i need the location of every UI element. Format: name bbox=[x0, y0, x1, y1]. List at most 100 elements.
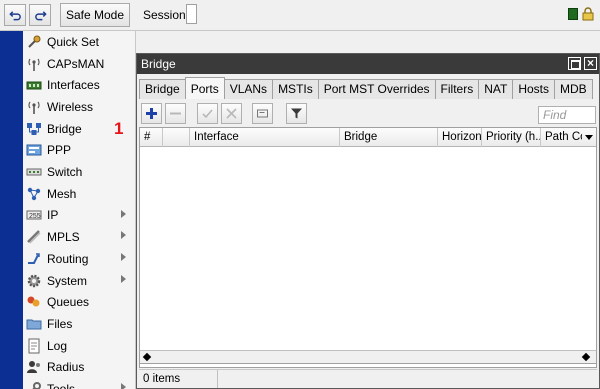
undo-icon bbox=[8, 10, 21, 20]
close-button[interactable]: × bbox=[584, 57, 597, 70]
sidebar-item-wireless[interactable]: Wireless bbox=[23, 96, 135, 118]
sidebar-item-label: Tools bbox=[47, 382, 75, 389]
items-count: 0 items bbox=[143, 373, 181, 385]
ports-table: # Interface Bridge Horizon Priority (h..… bbox=[139, 127, 597, 368]
annotation-marker-1: 1 bbox=[114, 119, 124, 138]
remove-button[interactable] bbox=[165, 103, 186, 124]
sidebar-item-mesh[interactable]: Mesh bbox=[23, 183, 135, 205]
scroll-left-icon[interactable] bbox=[142, 352, 152, 362]
interfaces-icon bbox=[26, 77, 42, 93]
sidebar-item-routing[interactable]: Routing bbox=[23, 248, 135, 270]
tab-mstis[interactable]: MSTIs bbox=[272, 79, 319, 99]
sidebar-item-label: CAPsMAN bbox=[47, 56, 105, 71]
sidebar-item-mpls[interactable]: MPLS bbox=[23, 226, 135, 248]
sidebar-item-label: IP bbox=[47, 208, 59, 223]
sidebar-item-label: MPLS bbox=[47, 230, 80, 245]
column-header-path-cost[interactable]: Path Co bbox=[541, 128, 582, 147]
sidebar-item-interfaces[interactable]: Interfaces bbox=[23, 74, 135, 96]
sidebar-item-label: Interfaces bbox=[47, 78, 100, 93]
top-toolbar: Safe Mode Session: bbox=[0, 0, 600, 31]
status-bar: 0 items bbox=[139, 369, 597, 388]
enable-button[interactable] bbox=[197, 103, 218, 124]
tab-mdb[interactable]: MDB bbox=[554, 79, 593, 99]
antenna-icon bbox=[26, 56, 42, 72]
filter-button[interactable] bbox=[286, 103, 307, 124]
find-input[interactable] bbox=[538, 106, 596, 124]
sidebar-item-radius[interactable]: Radius bbox=[23, 357, 135, 379]
column-header-number[interactable]: # bbox=[140, 128, 163, 147]
session-field[interactable] bbox=[186, 4, 197, 24]
sidebar-item-label: Switch bbox=[47, 165, 83, 180]
svg-text:255: 255 bbox=[29, 213, 41, 220]
sidebar-menu: Quick Set CAPsMAN Interfaces Wireless Bridge… bbox=[23, 31, 136, 389]
tab-ports[interactable]: Ports bbox=[184, 77, 225, 99]
safe-mode-button[interactable]: Safe Mode bbox=[60, 3, 130, 27]
session-label: Session: bbox=[143, 8, 190, 22]
tab-vlans[interactable]: VLANs bbox=[223, 79, 274, 99]
sidebar-item-switch[interactable]: Switch bbox=[23, 161, 135, 183]
sidebar-item-tools[interactable]: Tools bbox=[23, 378, 135, 389]
column-header-bridge[interactable]: Bridge bbox=[340, 128, 438, 147]
switch-icon bbox=[26, 164, 42, 180]
sidebar-item-label: Bridge bbox=[47, 121, 82, 136]
queues-icon bbox=[26, 294, 42, 310]
connection-status-indicator bbox=[568, 8, 578, 20]
redo-button[interactable] bbox=[29, 4, 51, 26]
tab-nat[interactable]: NAT bbox=[478, 79, 514, 99]
column-menu-arrow-icon[interactable] bbox=[585, 135, 593, 140]
disable-button[interactable] bbox=[221, 103, 242, 124]
submenu-arrow-icon bbox=[121, 274, 126, 283]
submenu-arrow-icon bbox=[121, 253, 126, 261]
add-button[interactable] bbox=[141, 103, 162, 124]
sidebar-item-label: System bbox=[47, 273, 88, 288]
sidebar-item-quick-set[interactable]: Quick Set bbox=[23, 31, 135, 53]
sidebar-item-label: PPP bbox=[47, 143, 72, 158]
sidebar-item-label: Quick Set bbox=[47, 34, 100, 49]
disable-x-icon bbox=[226, 108, 237, 119]
column-header-interface[interactable]: Interface bbox=[190, 128, 340, 147]
sidebar-item-ppp[interactable]: PPP bbox=[23, 140, 135, 162]
table-header: # Interface Bridge Horizon Priority (h..… bbox=[140, 128, 596, 147]
folder-icon bbox=[26, 316, 42, 332]
sidebar-item-queues[interactable]: Queues bbox=[23, 291, 135, 313]
mpls-icon bbox=[26, 229, 42, 245]
column-header-flags[interactable] bbox=[163, 128, 190, 147]
sidebar-item-capsman[interactable]: CAPsMAN bbox=[23, 53, 135, 75]
horizontal-scrollbar[interactable] bbox=[139, 350, 597, 364]
tab-hosts[interactable]: Hosts bbox=[512, 79, 556, 99]
tab-port-mst-overrides[interactable]: Port MST Overrides bbox=[317, 79, 436, 99]
sidebar-item-label: Mesh bbox=[47, 186, 77, 201]
sidebar-item-label: Log bbox=[47, 338, 68, 353]
tab-filters[interactable]: Filters bbox=[434, 79, 480, 99]
check-icon bbox=[202, 109, 213, 119]
column-header-horizon[interactable]: Horizon bbox=[438, 128, 482, 147]
ip-icon: 255 bbox=[26, 207, 42, 223]
submenu-arrow-icon bbox=[121, 209, 126, 218]
sidebar-item-label: Wireless bbox=[47, 99, 94, 114]
sidebar-item-label: Files bbox=[47, 316, 73, 331]
sidebar-item-files[interactable]: Files bbox=[23, 313, 135, 335]
gear-icon bbox=[26, 273, 42, 289]
maximize-button[interactable] bbox=[568, 57, 581, 70]
column-header-priority[interactable]: Priority (h... bbox=[482, 128, 541, 147]
tab-bridge[interactable]: Bridge bbox=[139, 79, 186, 99]
minus-icon bbox=[170, 112, 181, 115]
ppp-icon bbox=[26, 142, 42, 158]
quick-set-icon bbox=[26, 34, 42, 50]
mesh-icon bbox=[26, 186, 42, 202]
undo-button[interactable] bbox=[4, 4, 26, 26]
sidebar-item-ip[interactable]: 255 IP bbox=[23, 205, 135, 227]
submenu-arrow-icon bbox=[121, 383, 126, 389]
bridge-window: Bridge × Bridge Ports VLANs MSTIs Port MST O… bbox=[136, 53, 600, 389]
sidebar-item-log[interactable]: Log bbox=[23, 335, 135, 357]
scroll-right-icon[interactable] bbox=[581, 352, 591, 362]
sidebar-item-label: Radius bbox=[47, 360, 85, 375]
filter-icon bbox=[291, 108, 302, 119]
comment-button[interactable] bbox=[252, 103, 273, 124]
sidebar-item-system[interactable]: System bbox=[23, 270, 135, 292]
redo-icon bbox=[34, 10, 47, 20]
tools-icon bbox=[26, 381, 42, 389]
window-toolbar bbox=[139, 103, 597, 125]
sidebar-item-label: Queues bbox=[47, 295, 90, 310]
antenna-icon bbox=[26, 99, 42, 115]
